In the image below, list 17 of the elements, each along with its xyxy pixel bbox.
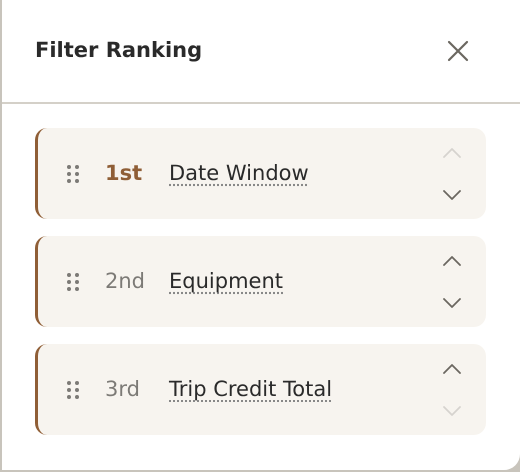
chevron-down-icon bbox=[443, 190, 461, 200]
filter-name: Date Window bbox=[169, 160, 309, 187]
chevron-down-icon bbox=[443, 298, 461, 308]
close-icon bbox=[447, 40, 469, 62]
chevron-up-icon bbox=[443, 256, 461, 266]
rank-label: 3rd bbox=[105, 376, 141, 403]
filter-name: Equipment bbox=[169, 268, 283, 295]
panel-title: Filter Ranking bbox=[35, 37, 202, 64]
drag-handle-icon[interactable] bbox=[67, 380, 78, 398]
filter-name: Trip Credit Total bbox=[169, 376, 332, 403]
drag-handle-icon[interactable] bbox=[67, 164, 78, 182]
chevron-up-icon bbox=[443, 364, 461, 374]
rank-label: 2nd bbox=[105, 268, 146, 295]
rank-label: 1st bbox=[105, 160, 144, 187]
chevron-down-icon bbox=[443, 406, 461, 416]
chevron-up-icon bbox=[443, 148, 461, 158]
drag-handle-icon[interactable] bbox=[67, 272, 78, 290]
